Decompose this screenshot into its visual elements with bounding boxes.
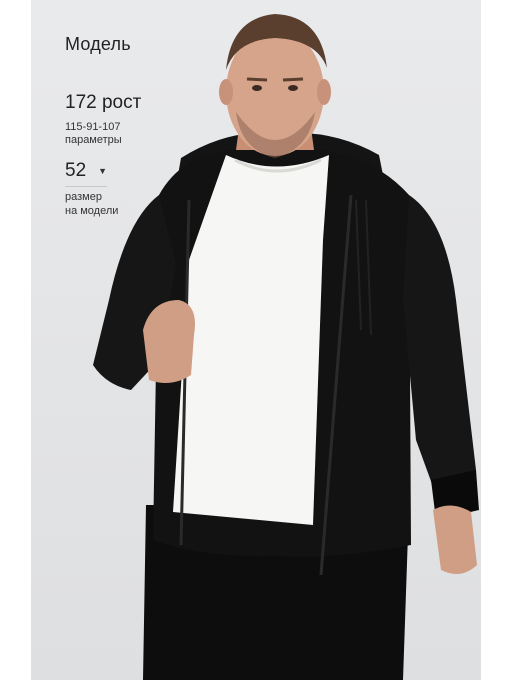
size-label: размер на модели	[65, 190, 118, 218]
model-right-sleeve	[403, 195, 476, 495]
size-label-line-2: на модели	[65, 205, 119, 217]
size-selector[interactable]: 52 ▼	[65, 160, 107, 182]
chevron-down-icon[interactable]: ▼	[98, 166, 107, 176]
model-params-label: параметры	[65, 134, 122, 146]
model-title: Модель	[65, 34, 131, 54]
size-value: 52	[65, 160, 87, 181]
model-params-value: 115-91-107	[65, 121, 121, 133]
model-height: 172 рост	[65, 92, 142, 113]
model-params: 115-91-107 параметры	[65, 121, 122, 147]
product-photo-frame: Модель 172 рост 115-91-107 параметры 52 …	[31, 0, 481, 680]
size-divider	[65, 186, 107, 187]
size-label-line-1: размер	[65, 191, 102, 203]
